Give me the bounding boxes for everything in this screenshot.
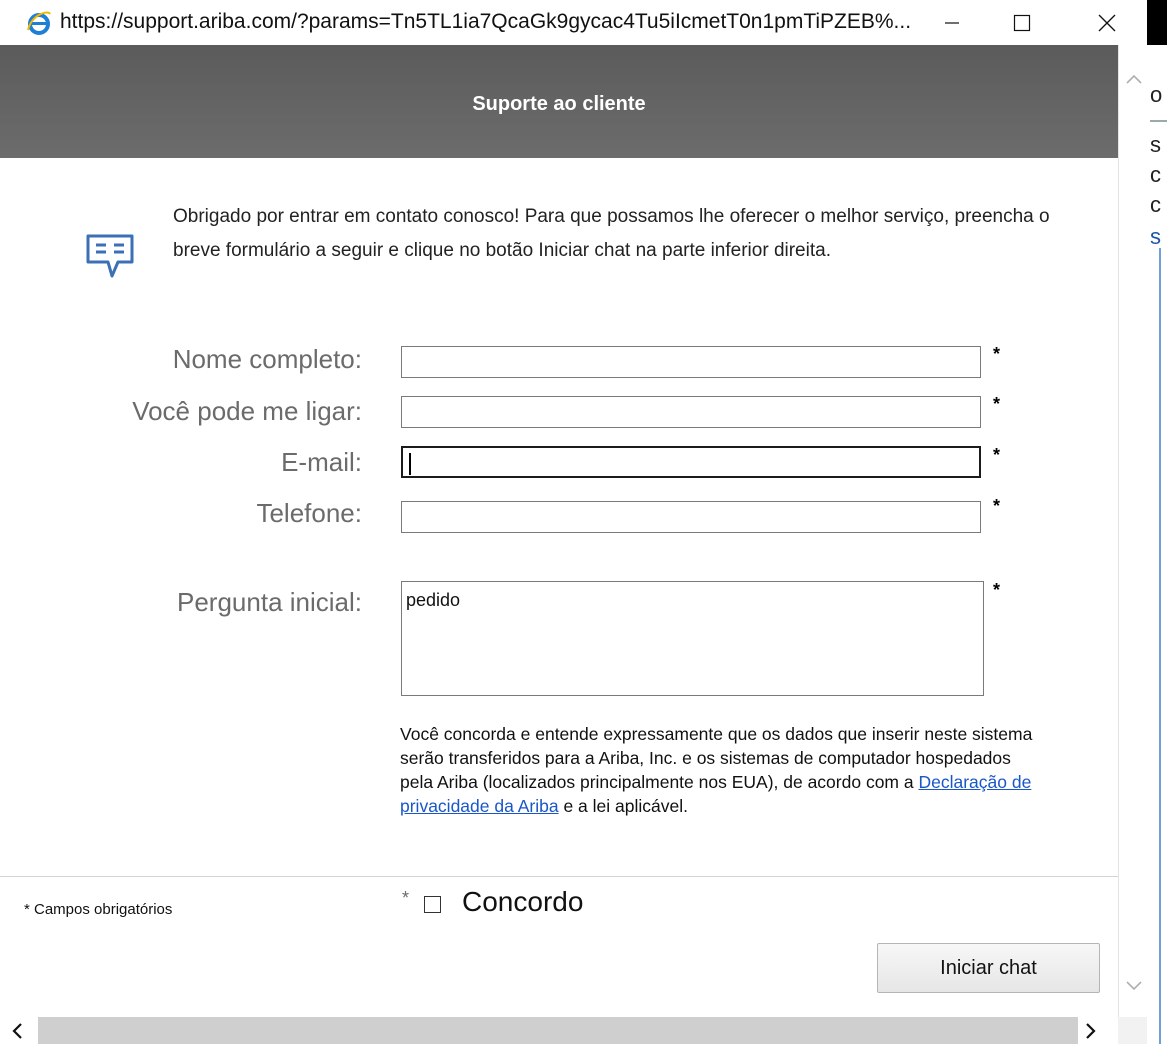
background-divider bbox=[1150, 120, 1167, 122]
required-fields-note: * Campos obrigatórios bbox=[24, 901, 173, 918]
horizontal-scrollbar[interactable] bbox=[0, 1017, 1118, 1044]
header-title: Suporte ao cliente bbox=[472, 93, 646, 115]
chat-popup-window: https://support.ariba.com/?params=Tn5TL1… bbox=[0, 0, 1148, 1044]
scroll-down-icon[interactable] bbox=[1125, 977, 1143, 995]
window-titlebar: https://support.ariba.com/?params=Tn5TL1… bbox=[0, 0, 1147, 45]
required-marker: * bbox=[993, 496, 1001, 516]
close-button[interactable] bbox=[1085, 4, 1129, 42]
required-marker: * bbox=[402, 888, 410, 908]
email-label: E-mail: bbox=[281, 447, 362, 477]
close-icon bbox=[1098, 14, 1116, 32]
background-border bbox=[1159, 248, 1161, 1044]
text-caret bbox=[409, 453, 411, 475]
scroll-right-icon[interactable] bbox=[1080, 1021, 1100, 1041]
chat-icon bbox=[86, 234, 134, 278]
can-call-me-label: Você pode me ligar: bbox=[132, 396, 362, 426]
consent-text: Você concorda e entende expressamente qu… bbox=[400, 722, 1040, 818]
required-marker: * bbox=[993, 344, 1001, 364]
agree-label[interactable]: Concordo bbox=[462, 886, 583, 918]
intro-text: Obrigado por entrar em contato conosco! … bbox=[173, 206, 1050, 261]
background-text-fragment: s bbox=[1150, 132, 1161, 157]
required-marker: * bbox=[993, 445, 1001, 465]
background-text-fragment: c bbox=[1150, 162, 1161, 187]
required-marker: * bbox=[993, 394, 1001, 414]
email-input[interactable] bbox=[401, 446, 981, 478]
start-chat-button[interactable]: Iniciar chat bbox=[877, 943, 1100, 993]
footer-divider bbox=[0, 876, 1118, 877]
agree-checkbox[interactable] bbox=[424, 896, 441, 913]
scrollbar-corner bbox=[1118, 1017, 1147, 1044]
background-text-fragment: c bbox=[1150, 192, 1161, 217]
popup-header: Suporte ao cliente bbox=[0, 45, 1118, 158]
page-url: https://support.ariba.com/?params=Tn5TL1… bbox=[60, 10, 912, 33]
background-link-fragment: s bbox=[1150, 224, 1161, 249]
required-marker: * bbox=[993, 580, 1001, 600]
full-name-input[interactable] bbox=[401, 346, 981, 378]
ie-icon bbox=[27, 11, 51, 35]
can-call-me-input[interactable] bbox=[401, 396, 981, 428]
phone-label: Telefone: bbox=[256, 498, 362, 528]
full-name-label: Nome completo: bbox=[172, 344, 362, 374]
initial-question-label: Pergunta inicial: bbox=[177, 587, 362, 617]
initial-question-textarea[interactable]: pedido bbox=[401, 581, 984, 696]
scroll-left-icon[interactable] bbox=[8, 1021, 28, 1041]
vertical-scrollbar[interactable] bbox=[1118, 45, 1148, 1017]
maximize-icon bbox=[1013, 14, 1031, 32]
maximize-button[interactable] bbox=[1000, 4, 1044, 42]
minimize-icon bbox=[945, 22, 959, 24]
scroll-up-icon[interactable] bbox=[1125, 70, 1143, 88]
minimize-button[interactable] bbox=[930, 4, 974, 42]
scrollbar-thumb[interactable] bbox=[38, 1017, 1078, 1044]
background-text-fragment: o bbox=[1150, 82, 1163, 107]
consent-text-after: e a lei aplicável. bbox=[558, 796, 688, 816]
phone-input[interactable] bbox=[401, 501, 981, 533]
